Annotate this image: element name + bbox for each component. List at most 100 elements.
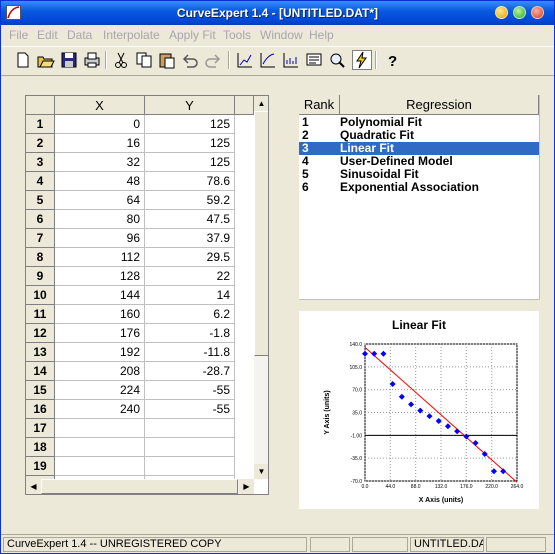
cell-x[interactable]: 80: [55, 210, 145, 229]
cell-x[interactable]: 96: [55, 229, 145, 248]
menu-window[interactable]: Window: [260, 28, 303, 42]
ranking-item[interactable]: 2 Quadratic Fit: [299, 129, 539, 142]
cell-y[interactable]: -1.8: [145, 324, 235, 343]
menu-tools[interactable]: Tools: [223, 28, 251, 42]
copy-icon[interactable]: [134, 50, 154, 70]
cell-y[interactable]: 37.9: [145, 229, 235, 248]
row-number[interactable]: 3: [26, 153, 55, 172]
row-number[interactable]: 5: [26, 191, 55, 210]
cell-x[interactable]: 176: [55, 324, 145, 343]
row-number[interactable]: 6: [26, 210, 55, 229]
cell-y[interactable]: 22: [145, 267, 235, 286]
cell-y[interactable]: [145, 438, 235, 457]
curvefinder-icon[interactable]: [352, 50, 372, 70]
row-number[interactable]: 14: [26, 362, 55, 381]
save-icon[interactable]: [59, 50, 79, 70]
cell-x[interactable]: 128: [55, 267, 145, 286]
menu-help[interactable]: Help: [309, 28, 334, 42]
cell-y[interactable]: 6.2: [145, 305, 235, 324]
row-number[interactable]: 15: [26, 381, 55, 400]
vertical-scrollbar[interactable]: ▲ ▼: [254, 96, 268, 479]
data-grid[interactable]: X Y 1 0 125 2 16 125 3 32 125 4 48 78.6 5 64 59.2 6 80 47…: [25, 95, 269, 495]
cell-x[interactable]: 144: [55, 286, 145, 305]
cell-x[interactable]: 224: [55, 381, 145, 400]
row-number[interactable]: 17: [26, 419, 55, 438]
plot-fit-icon[interactable]: [258, 50, 278, 70]
menu-data[interactable]: Data: [67, 28, 92, 42]
row-number[interactable]: 1: [26, 115, 55, 134]
plot-data-icon[interactable]: [235, 50, 255, 70]
cell-y[interactable]: [145, 419, 235, 438]
row-number[interactable]: 9: [26, 267, 55, 286]
cell-y[interactable]: 125: [145, 115, 235, 134]
menu-file[interactable]: File: [9, 28, 28, 42]
row-number[interactable]: 8: [26, 248, 55, 267]
cell-y[interactable]: 14: [145, 286, 235, 305]
cell-y[interactable]: [145, 457, 235, 476]
scroll-up-icon[interactable]: ▲: [254, 96, 268, 111]
row-number[interactable]: 12: [26, 324, 55, 343]
scroll-left-icon[interactable]: ◀: [26, 479, 41, 494]
redo-icon[interactable]: [203, 50, 223, 70]
undo-icon[interactable]: [180, 50, 200, 70]
cell-x[interactable]: [55, 438, 145, 457]
scroll-thumb-horizontal[interactable]: [41, 479, 238, 494]
menu-interpolate[interactable]: Interpolate: [103, 28, 160, 42]
cell-x[interactable]: [55, 419, 145, 438]
print-icon[interactable]: [82, 50, 102, 70]
paste-icon[interactable]: [157, 50, 177, 70]
cell-y[interactable]: -28.7: [145, 362, 235, 381]
menu-apply-fit[interactable]: Apply Fit: [169, 28, 216, 42]
scroll-right-icon[interactable]: ▶: [239, 479, 254, 494]
cut-icon[interactable]: [111, 50, 131, 70]
row-number[interactable]: 18: [26, 438, 55, 457]
column-header-rank[interactable]: Rank: [299, 95, 340, 115]
minimize-icon[interactable]: [495, 6, 508, 19]
row-number[interactable]: 13: [26, 343, 55, 362]
row-number[interactable]: 4: [26, 172, 55, 191]
info-icon[interactable]: [304, 50, 324, 70]
cell-y[interactable]: 59.2: [145, 191, 235, 210]
cell-x[interactable]: [55, 457, 145, 476]
cell-x[interactable]: 160: [55, 305, 145, 324]
row-number[interactable]: 16: [26, 400, 55, 419]
open-icon[interactable]: [36, 50, 56, 70]
scroll-down-icon[interactable]: ▼: [254, 464, 268, 479]
column-header-x[interactable]: X: [55, 96, 145, 115]
column-header-y[interactable]: Y: [145, 96, 235, 115]
cell-x[interactable]: 16: [55, 134, 145, 153]
row-number[interactable]: 19: [26, 457, 55, 476]
cell-y[interactable]: 125: [145, 153, 235, 172]
scroll-thumb[interactable]: [254, 111, 268, 356]
horizontal-scrollbar[interactable]: ◀ ▶: [26, 479, 254, 494]
ranking-item[interactable]: 4 User-Defined Model: [299, 155, 539, 168]
new-icon[interactable]: [13, 50, 33, 70]
help-icon[interactable]: ?: [382, 50, 402, 70]
cell-y[interactable]: -55: [145, 381, 235, 400]
maximize-icon[interactable]: [513, 6, 526, 19]
row-number[interactable]: 7: [26, 229, 55, 248]
cell-x[interactable]: 64: [55, 191, 145, 210]
menu-edit[interactable]: Edit: [37, 28, 58, 42]
cell-y[interactable]: 78.6: [145, 172, 235, 191]
column-header-regression[interactable]: Regression: [340, 95, 539, 115]
cell-x[interactable]: 0: [55, 115, 145, 134]
row-number[interactable]: 10: [26, 286, 55, 305]
row-number[interactable]: 2: [26, 134, 55, 153]
cell-x[interactable]: 48: [55, 172, 145, 191]
cell-y[interactable]: 29.5: [145, 248, 235, 267]
ranking-item[interactable]: 6 Exponential Association: [299, 181, 539, 194]
cell-y[interactable]: 47.5: [145, 210, 235, 229]
close-icon[interactable]: [531, 6, 544, 19]
cell-y[interactable]: 125: [145, 134, 235, 153]
title-bar[interactable]: CurveExpert 1.4 - [UNTITLED.DAT*]: [1, 1, 554, 25]
residuals-icon[interactable]: [281, 50, 301, 70]
zoom-icon[interactable]: [327, 50, 347, 70]
row-number[interactable]: 11: [26, 305, 55, 324]
cell-x[interactable]: 112: [55, 248, 145, 267]
cell-x[interactable]: 240: [55, 400, 145, 419]
cell-x[interactable]: 192: [55, 343, 145, 362]
cell-y[interactable]: -11.8: [145, 343, 235, 362]
cell-x[interactable]: 208: [55, 362, 145, 381]
regression-ranking-list[interactable]: Rank Regression 1 Polynomial Fit 2 Quadrati…: [299, 95, 540, 300]
